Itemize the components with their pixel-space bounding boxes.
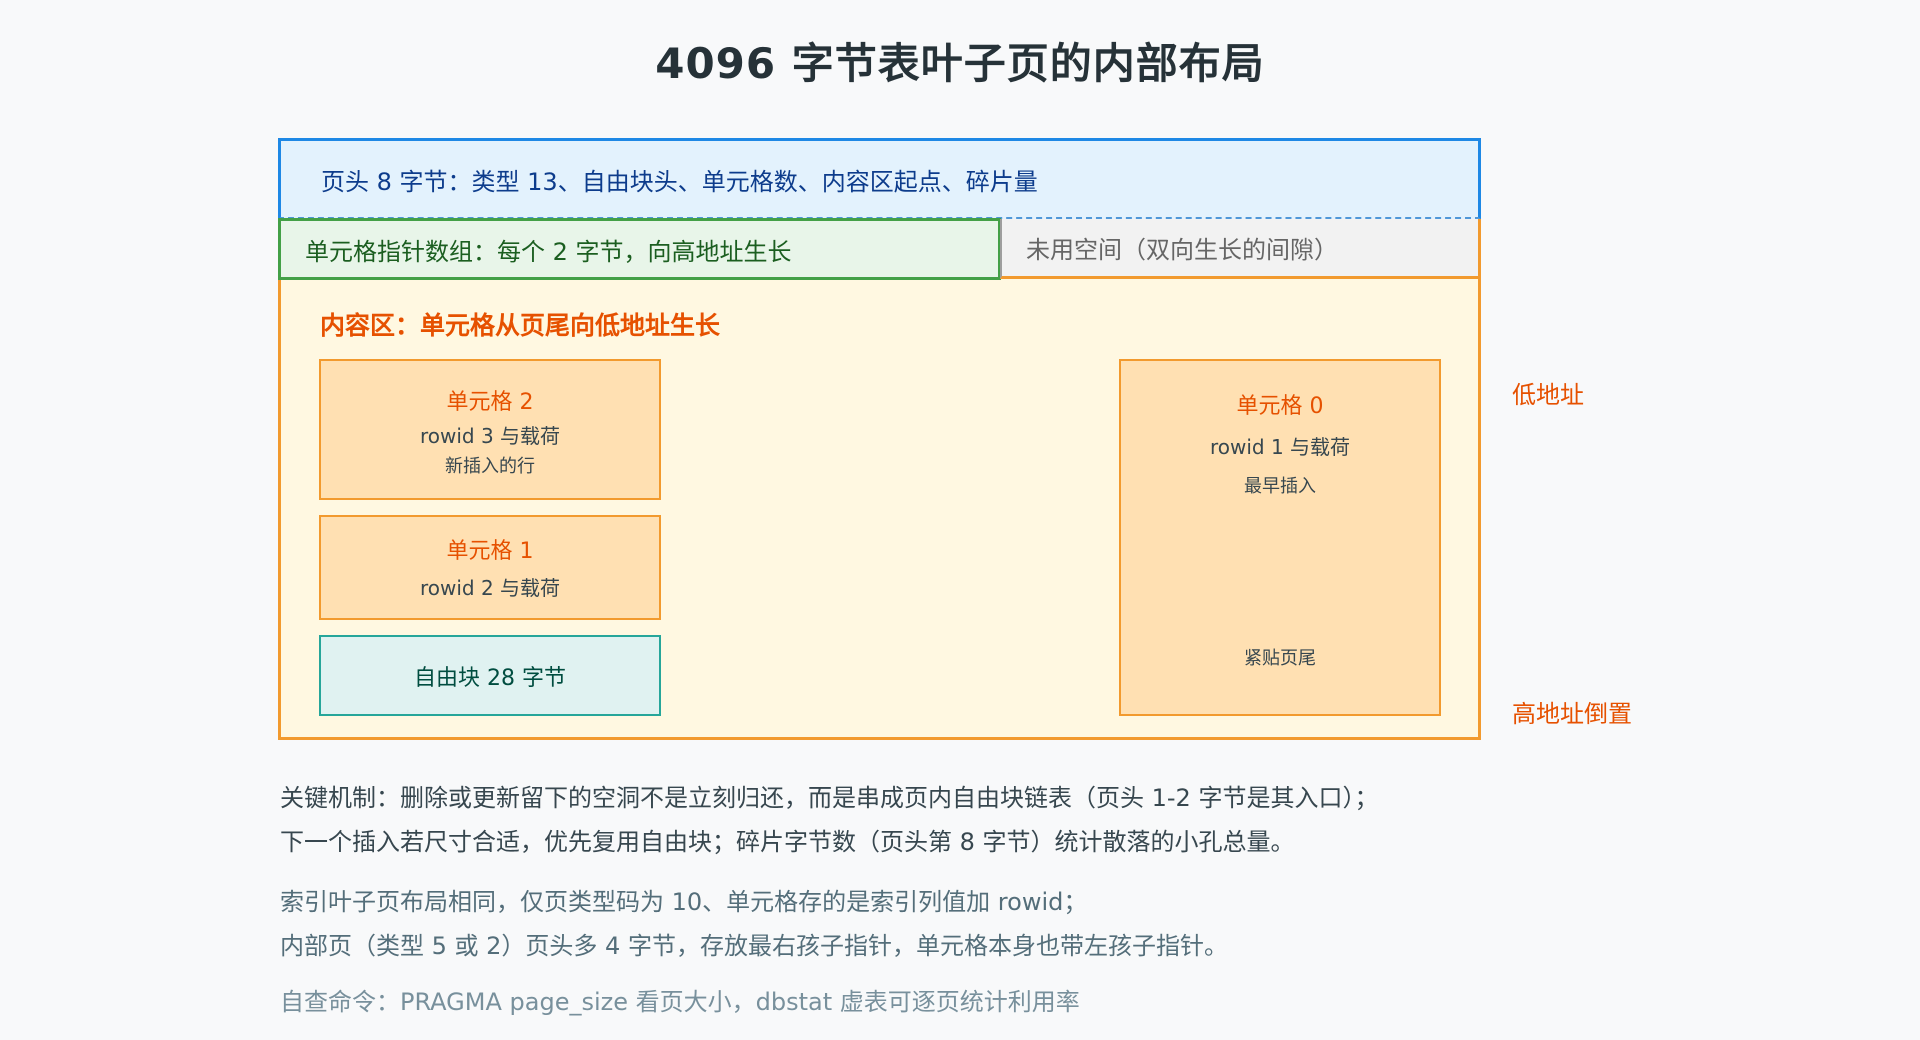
index-page-notes: 索引叶子页布局相同，仅页类型码为 10、单元格存的是索引列值加 rowid； 内… xyxy=(280,880,1228,968)
cell-2: 单元格 2 rowid 3 与载荷 新插入的行 xyxy=(319,359,661,500)
page-title: 4096 字节表叶子页的内部布局 xyxy=(655,39,1265,88)
cell-0-row: rowid 1 与载荷 xyxy=(1209,435,1351,459)
low-address-label: 低地址 xyxy=(1512,381,1584,409)
cell-2-note: 新插入的行 xyxy=(445,456,535,477)
page-header-block: 页头 8 字节：类型 13、自由块头、单元格数、内容区起点、碎片量 xyxy=(278,138,1481,219)
unused-space: 未用空间（双向生长的间隙） xyxy=(1000,219,1478,279)
cell-0: 单元格 0 rowid 1 与载荷 最早插入 紧贴页尾 xyxy=(1119,359,1441,716)
freeblock-text: 自由块 28 字节 xyxy=(414,665,566,691)
diagram-canvas: 4096 字节表叶子页的内部布局 页头 8 字节：类型 13、自由块头、单元格数… xyxy=(0,0,1920,1040)
cell-0-name: 单元格 0 xyxy=(1236,394,1324,419)
cell-1: 单元格 1 rowid 2 与载荷 xyxy=(319,515,661,620)
cell-1-name: 单元格 1 xyxy=(446,539,534,564)
high-address-label: 高地址倒置 xyxy=(1512,700,1632,728)
index-page-line-2: 内部页（类型 5 或 2）页头多 4 字节，存放最右孩子指针，单元格本身也带左孩… xyxy=(280,932,1228,960)
cell-pointer-array: 单元格指针数组：每个 2 字节，向高地址生长 xyxy=(278,218,1001,280)
page-header-text: 页头 8 字节：类型 13、自由块头、单元格数、内容区起点、碎片量 xyxy=(321,167,1038,196)
unused-space-text: 未用空间（双向生长的间隙） xyxy=(1026,236,1338,264)
self-check-note: 自查命令：PRAGMA page_size 看页大小，dbstat 虚表可逐页统… xyxy=(280,980,1080,1024)
cell-0-tail: 紧贴页尾 xyxy=(1244,648,1316,669)
cell-pointer-array-text: 单元格指针数组：每个 2 字节，向高地址生长 xyxy=(305,237,792,266)
key-mechanism-line-1: 关键机制：删除或更新留下的空洞不是立刻归还，而是串成页内自由块链表（页头 1-2… xyxy=(280,784,1379,812)
freeblock: 自由块 28 字节 xyxy=(319,635,661,716)
key-mechanism-notes: 关键机制：删除或更新留下的空洞不是立刻归还，而是串成页内自由块链表（页头 1-2… xyxy=(280,776,1378,864)
content-area-label: 内容区：单元格从页尾向低地址生长 xyxy=(320,311,721,340)
cell-2-row: rowid 3 与载荷 xyxy=(419,424,561,448)
key-mechanism-line-2: 下一个插入若尺寸合适，优先复用自由块；碎片字节数（页头第 8 字节）统计散落的小… xyxy=(280,828,1295,856)
cell-2-name: 单元格 2 xyxy=(446,390,534,415)
index-page-line-1: 索引叶子页布局相同，仅页类型码为 10、单元格存的是索引列值加 rowid； xyxy=(280,888,1088,916)
self-check-line: 自查命令：PRAGMA page_size 看页大小，dbstat 虚表可逐页统… xyxy=(280,988,1080,1016)
cell-1-row: rowid 2 与载荷 xyxy=(419,576,561,600)
cell-0-note: 最早插入 xyxy=(1244,476,1316,497)
